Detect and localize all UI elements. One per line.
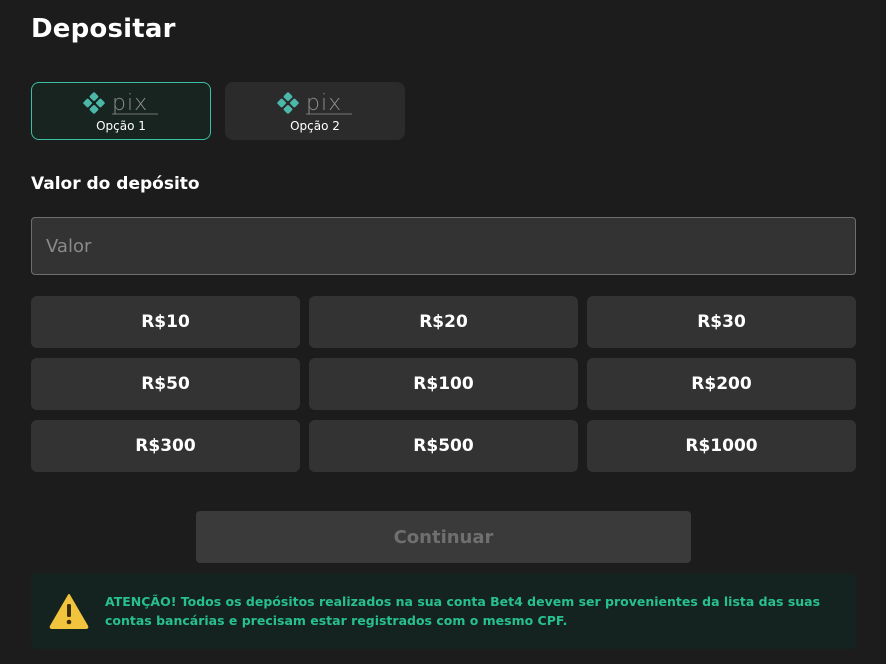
amount-option-50[interactable]: R$50 (31, 358, 300, 410)
amount-option-30[interactable]: R$30 (587, 296, 856, 348)
payment-methods: pix Opção 1 pix Opção 2 (31, 82, 405, 140)
page-title: Depositar (31, 14, 176, 44)
pix-logo: pix (276, 90, 354, 116)
warning-icon (49, 594, 89, 629)
pix-logo-text: pix (112, 91, 148, 116)
amount-option-10[interactable]: R$10 (31, 296, 300, 348)
amount-option-100[interactable]: R$100 (309, 358, 578, 410)
deposit-page: Depositar pix Opção 1 pix Opção 2 Valor … (0, 0, 886, 664)
amount-option-200[interactable]: R$200 (587, 358, 856, 410)
amount-option-20[interactable]: R$20 (309, 296, 578, 348)
payment-method-label: Opção 1 (96, 118, 146, 133)
amount-input[interactable] (31, 217, 856, 275)
pix-logo: pix (82, 90, 160, 116)
notice-text: ATENÇÃO! Todos os depósitos realizados n… (105, 593, 821, 628)
amount-options: R$10 R$20 R$30 R$50 R$100 R$200 R$300 R$… (31, 296, 856, 472)
amount-option-500[interactable]: R$500 (309, 420, 578, 472)
amount-option-300[interactable]: R$300 (31, 420, 300, 472)
pix-icon: pix (83, 91, 158, 116)
notice-banner: ATENÇÃO! Todos os depósitos realizados n… (31, 573, 856, 649)
continue-button[interactable]: Continuar (196, 511, 691, 563)
payment-method-option-1[interactable]: pix Opção 1 (31, 82, 211, 140)
pix-icon: pix (277, 91, 352, 116)
payment-method-label: Opção 2 (290, 118, 340, 133)
pix-logo-text: pix (306, 91, 342, 116)
amount-option-1000[interactable]: R$1000 (587, 420, 856, 472)
payment-method-option-2[interactable]: pix Opção 2 (225, 82, 405, 140)
deposit-amount-label: Valor do depósito (31, 174, 200, 194)
